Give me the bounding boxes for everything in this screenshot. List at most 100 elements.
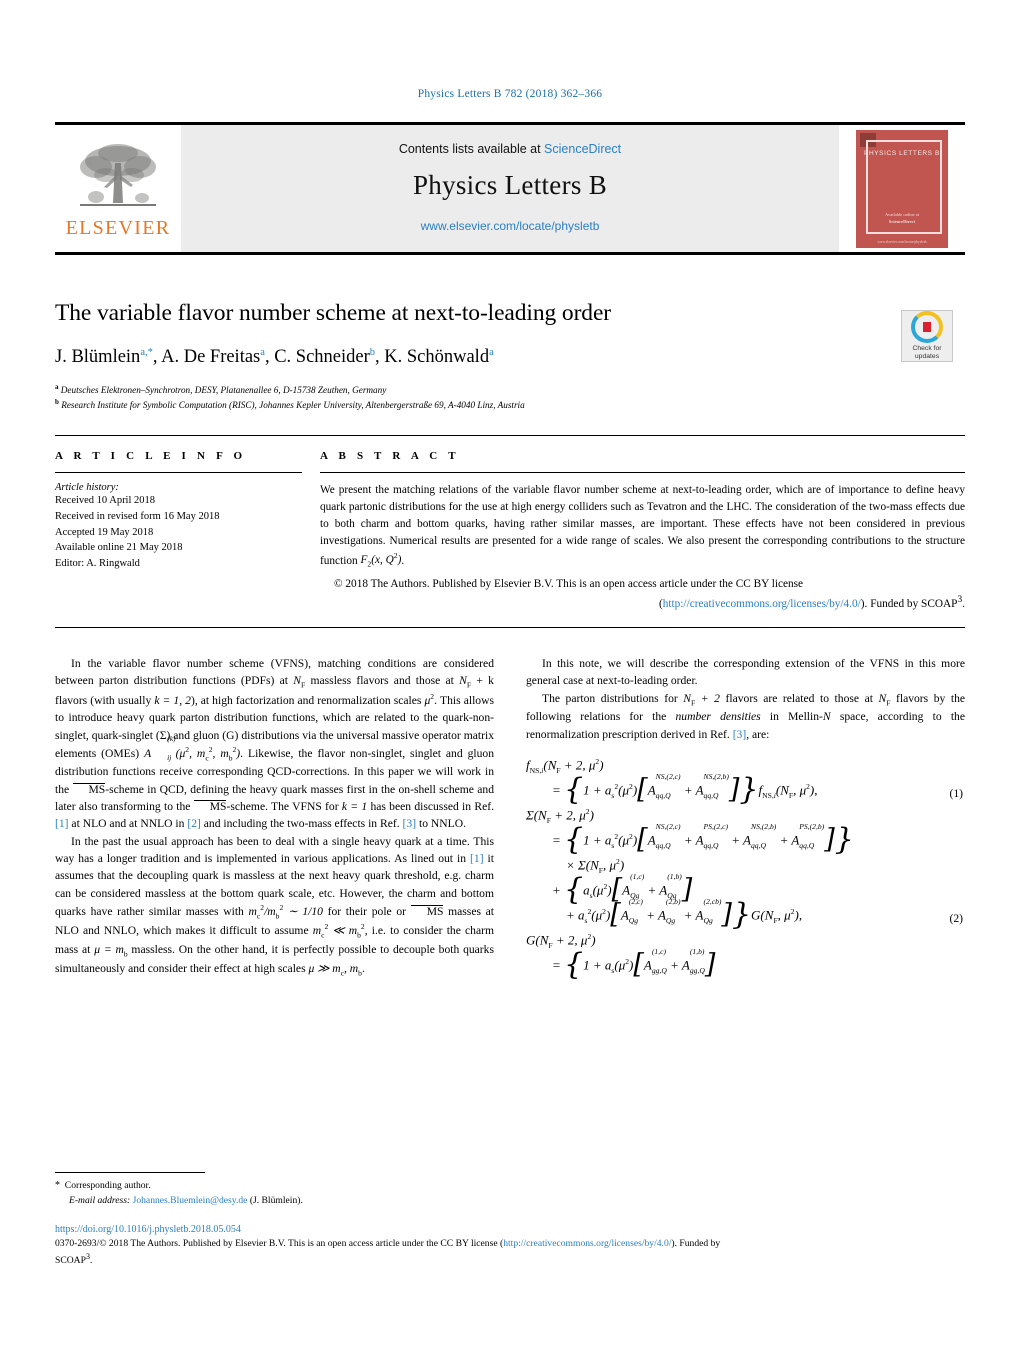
crossmark-label: Check for updates <box>912 345 941 361</box>
abstract-copyright: © 2018 The Authors. Published by Elsevie… <box>320 576 965 613</box>
cover-footer-line1: Available online at <box>885 212 919 217</box>
author-name: C. Schneider <box>274 347 370 368</box>
equation-expression: + as2(μ2)[A (2,c) Qg + A (2,b) Qg + A (2,cb) Q… <box>566 896 803 933</box>
emphasis: number densities <box>675 710 761 724</box>
citation-ref[interactable]: [1] <box>55 817 69 830</box>
abstract-column: A B S T R A C T We present the matching … <box>320 450 965 613</box>
citation-ref[interactable]: [3] <box>403 817 417 830</box>
license-link[interactable]: http://creativecommons.org/licenses/by/4… <box>503 1238 671 1249</box>
paragraph: The parton distributions for NF + 2 flav… <box>526 690 965 743</box>
msbar-overline: MS <box>193 800 227 813</box>
equation-2-lhs: Σ(NF + 2, μ2) <box>526 807 965 827</box>
elsevier-tree-icon <box>80 144 156 206</box>
abstract-body: We present the matching relations of the… <box>320 484 965 567</box>
footnote-separator <box>55 1172 205 1173</box>
issn-line: 0370-2693/© 2018 The Authors. Published … <box>55 1238 504 1249</box>
crossmark-line1: Check for <box>912 344 942 352</box>
crossmark-ring-icon <box>911 311 943 343</box>
doi-link[interactable]: https://doi.org/10.1016/j.physletb.2018.… <box>55 1222 965 1237</box>
text-run: has been discussed in Ref. <box>367 800 494 813</box>
elsevier-wordmark: ELSEVIER <box>65 217 171 239</box>
text-run: in Mellin- <box>760 710 823 724</box>
equation-expression: Σ(NF + 2, μ2) <box>526 806 594 825</box>
copyright-lead: © 2018 The Authors. Published by Elsevie… <box>334 578 804 591</box>
text-run: -scheme. The VFNS for <box>226 800 342 813</box>
email-label: E-mail address: <box>69 1194 131 1206</box>
affiliation-mark: a <box>55 383 59 392</box>
msbar-overline: MS <box>72 782 106 796</box>
symbol-k1: k = 1 <box>341 800 368 813</box>
affiliation-text: Research Institute for Symbolic Computat… <box>61 400 525 411</box>
license-close: ). Funded by SCOAP <box>860 598 958 611</box>
citation-ref[interactable]: [2] <box>187 817 201 830</box>
divider <box>55 472 302 473</box>
masthead-center: Contents lists available at ScienceDirec… <box>181 125 839 252</box>
equation-block: fNS,i(NF + 2, μ2) = {1 + as2(μ2)[A NS,(2,… <box>526 757 965 983</box>
running-head: Physics Letters B 782 (2018) 362–366 <box>417 88 603 100</box>
crossmark-badge[interactable]: Check for updates <box>901 310 953 362</box>
history-item: Received in revised form 16 May 2018 <box>55 510 220 522</box>
author-marks: b <box>369 347 375 358</box>
author-marks: a <box>260 347 265 358</box>
equation-expression: = {1 + as(μ2)[A (1,c) gg,Q + A (1,b) gg,Q] <box>552 946 716 983</box>
equation-2-line4: + as2(μ2)[A (2,c) Qg + A (2,b) Qg + A (2,cb) Q… <box>566 896 965 933</box>
text-run: and including the two-mass effects in Re… <box>200 817 403 831</box>
asterisk-icon: * <box>55 1180 60 1191</box>
text-run: . <box>361 961 365 975</box>
cover-footer-line2: ScienceDirect <box>888 218 916 224</box>
abstract-formula: F2(x, Q2) <box>360 551 402 569</box>
citation-ref[interactable]: [3] <box>733 728 747 741</box>
history-item: Received 10 April 2018 <box>55 495 156 506</box>
equation-1: = {1 + as2(μ2)[A NS,(2,c) qq,Q + A NS,(2,b)… <box>552 771 965 808</box>
divider <box>320 472 965 473</box>
author-marks: a,* <box>140 347 153 358</box>
citation-ref[interactable]: [1] <box>470 852 484 865</box>
paragraph: In the variable flavor number scheme (VF… <box>55 655 494 833</box>
msbar-overline: MS <box>410 904 444 918</box>
text-run: The parton distributions for <box>542 691 684 705</box>
email-note: E-mail address: Johannes.Bluemlein@desy.… <box>55 1194 494 1209</box>
text-run: at NLO and at NNLO in <box>68 817 188 831</box>
paragraph: In the past the usual approach has been … <box>55 833 494 979</box>
journal-title: Physics Letters B <box>412 170 608 200</box>
symbol-k: k = 1, 2 <box>154 693 191 707</box>
equation-3-line1: = {1 + as(μ2)[A (1,c) gg,Q + A (1,b) gg,Q] <box>552 946 965 983</box>
text-run: massless flavors and those at <box>305 674 460 688</box>
affiliation-mark: b <box>55 398 59 407</box>
text-run: , are: <box>746 727 770 741</box>
sciencedirect-link[interactable]: ScienceDirect <box>544 142 621 156</box>
author-marks: a <box>489 347 494 358</box>
elsevier-logo: ELSEVIER <box>55 125 181 252</box>
contents-prefix: Contents lists available at <box>398 142 545 156</box>
text-run: In the past the usual approach has been … <box>55 834 494 865</box>
equation-expression: = {1 + as2(μ2)[A NS,(2,c) qq,Q + A NS,(2,b)… <box>552 771 818 808</box>
article-info-heading: A R T I C L E I N F O <box>55 450 247 462</box>
cover-bottom-bar: www.elsevier.com/locate/physletb <box>877 239 927 244</box>
corresponding-author-note: * Corresponding author. <box>55 1178 494 1194</box>
journal-homepage-link[interactable]: www.elsevier.com/locate/physletb <box>421 219 600 233</box>
issn-tail: ). Funded by <box>671 1238 721 1249</box>
equation-expression: = {1 + as2(μ2)[A NS,(2,c) qq,Q + A PS,(2,c)… <box>552 821 854 858</box>
cover-journal-title: PHYSICS LETTERS B <box>864 149 940 157</box>
email-link[interactable]: Johannes.Bluemlein@desy.de <box>133 1195 248 1206</box>
equation-number: (1) <box>949 786 963 800</box>
corresponding-text: Corresponding author. <box>64 1180 151 1191</box>
text-run: for their pole or <box>322 904 411 918</box>
symbol-scales: μ ≫ mc, mb <box>308 961 362 977</box>
affiliation-text: Deutsches Elektronen–Synchrotron, DESY, … <box>60 385 387 396</box>
symbol-mass-inequality: mc2 ≪ mb2 <box>312 922 365 940</box>
equation-expression: G(NF + 2, μ2) <box>526 931 596 950</box>
history-item: Accepted 19 May 2018 <box>55 526 154 538</box>
symbol-NF2: NF + 2 <box>683 691 720 707</box>
license-link[interactable]: http://creativecommons.org/licenses/by/4… <box>663 598 861 610</box>
equation-2-line2: × Σ(NF, μ2) <box>566 857 965 877</box>
history-label: Article history: <box>55 482 119 493</box>
page-title: The variable flavor number scheme at nex… <box>55 300 611 326</box>
symbol-ome: A (k) ij (μ2, mc2, mb2) <box>144 734 241 763</box>
body-column-right: In this note, we will describe the corre… <box>526 655 965 1165</box>
history-item: Editor: A. Ringwald <box>55 558 140 569</box>
body-column-left: In the variable flavor number scheme (VF… <box>55 655 494 1165</box>
scoap-end: . <box>89 1255 93 1267</box>
equation-number: (2) <box>949 911 963 925</box>
license-end: . <box>962 598 965 611</box>
